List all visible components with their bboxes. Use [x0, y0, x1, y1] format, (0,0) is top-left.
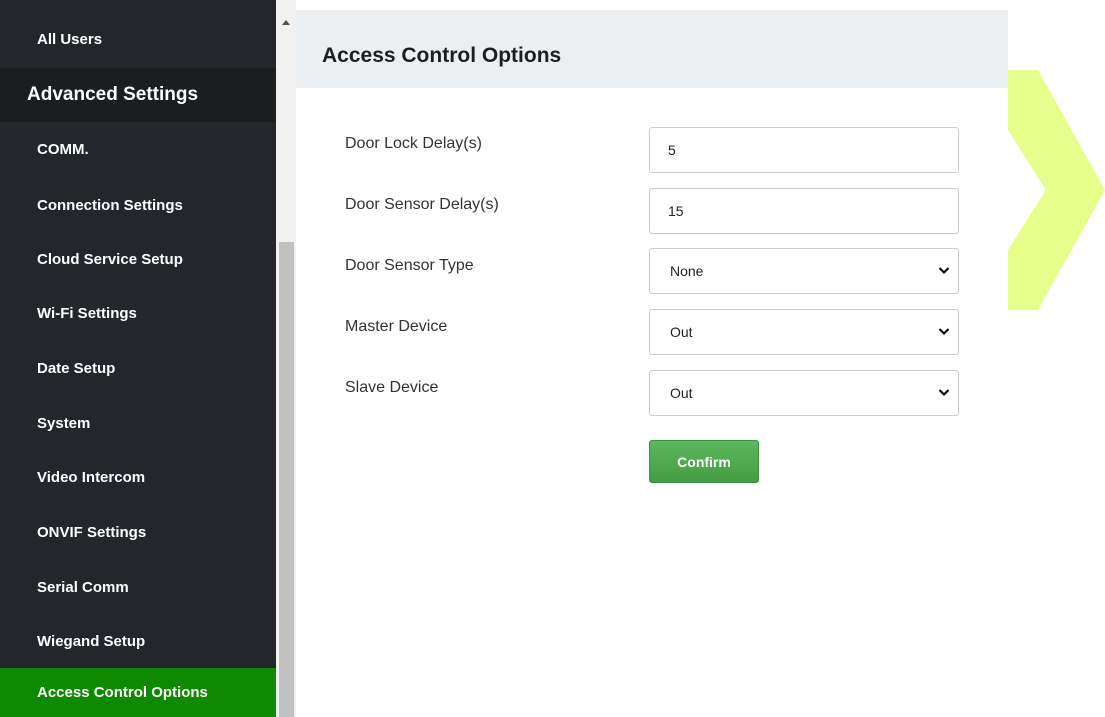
sidebar: All Users Advanced Settings COMM. Connec…: [0, 0, 276, 717]
sidebar-item-system[interactable]: System: [0, 396, 276, 450]
door-sensor-delay-label: Door Sensor Delay(s): [345, 196, 499, 213]
slave-device-label: Slave Device: [345, 379, 439, 396]
sidebar-item-wiegand-setup[interactable]: Wiegand Setup: [0, 614, 276, 668]
sidebar-item-cloud-service-setup[interactable]: Cloud Service Setup: [0, 232, 276, 286]
sidebar-item-all-users[interactable]: All Users: [0, 0, 276, 68]
master-device-select[interactable]: Out: [649, 309, 959, 355]
door-sensor-type-select[interactable]: None: [649, 248, 959, 294]
sidebar-item-video-intercom[interactable]: Video Intercom: [0, 450, 276, 504]
sidebar-item-label: COMM.: [37, 140, 89, 158]
slave-device-select[interactable]: Out: [649, 370, 959, 416]
sidebar-item-comm[interactable]: COMM.: [0, 122, 276, 176]
door-sensor-delay-input[interactable]: [649, 188, 959, 234]
select-value: Out: [670, 324, 693, 340]
sidebar-section-advanced-settings[interactable]: Advanced Settings: [0, 68, 276, 122]
select-value: None: [670, 263, 704, 279]
sidebar-item-serial-comm[interactable]: Serial Comm: [0, 560, 276, 614]
sidebar-item-label: System: [37, 414, 91, 432]
scrollbar-thumb[interactable]: [279, 242, 294, 717]
sidebar-item-label: Access Control Options: [37, 684, 208, 701]
sidebar-item-label: All Users: [37, 31, 103, 48]
door-sensor-type-label: Door Sensor Type: [345, 257, 474, 274]
watermark-chevron-icon: [1008, 70, 1105, 310]
sidebar-item-label: Wiegand Setup: [37, 632, 146, 650]
sidebar-item-label: Cloud Service Setup: [37, 250, 183, 268]
chevron-down-icon: [938, 328, 950, 336]
door-lock-delay-input[interactable]: [649, 127, 959, 173]
sidebar-item-connection-settings[interactable]: Connection Settings: [0, 178, 276, 232]
scroll-up-arrow-icon[interactable]: [282, 20, 290, 25]
confirm-button-label: Confirm: [677, 453, 731, 470]
sidebar-section-label: Advanced Settings: [27, 84, 199, 105]
master-device-label: Master Device: [345, 318, 448, 335]
door-lock-delay-label: Door Lock Delay(s): [345, 135, 482, 152]
page-header: Access Control Options: [296, 10, 1008, 88]
page-title: Access Control Options: [322, 44, 562, 67]
sidebar-item-date-setup[interactable]: Date Setup: [0, 341, 276, 395]
sidebar-item-onvif-settings[interactable]: ONVIF Settings: [0, 505, 276, 559]
sidebar-item-label: Date Setup: [37, 359, 116, 377]
select-value: Out: [670, 385, 693, 401]
sidebar-scrollbar[interactable]: [276, 0, 296, 717]
chevron-down-icon: [938, 389, 950, 397]
chevron-down-icon: [938, 267, 950, 275]
sidebar-item-label: ONVIF Settings: [37, 523, 147, 541]
sidebar-item-label: Serial Comm: [37, 578, 129, 596]
sidebar-item-access-control-options[interactable]: Access Control Options: [0, 668, 276, 717]
sidebar-item-label: Connection Settings: [37, 196, 183, 214]
sidebar-item-label: Wi-Fi Settings: [37, 304, 137, 322]
confirm-button[interactable]: Confirm: [649, 440, 759, 483]
sidebar-item-wifi-settings[interactable]: Wi-Fi Settings: [0, 286, 276, 340]
sidebar-item-label: Video Intercom: [37, 468, 146, 486]
